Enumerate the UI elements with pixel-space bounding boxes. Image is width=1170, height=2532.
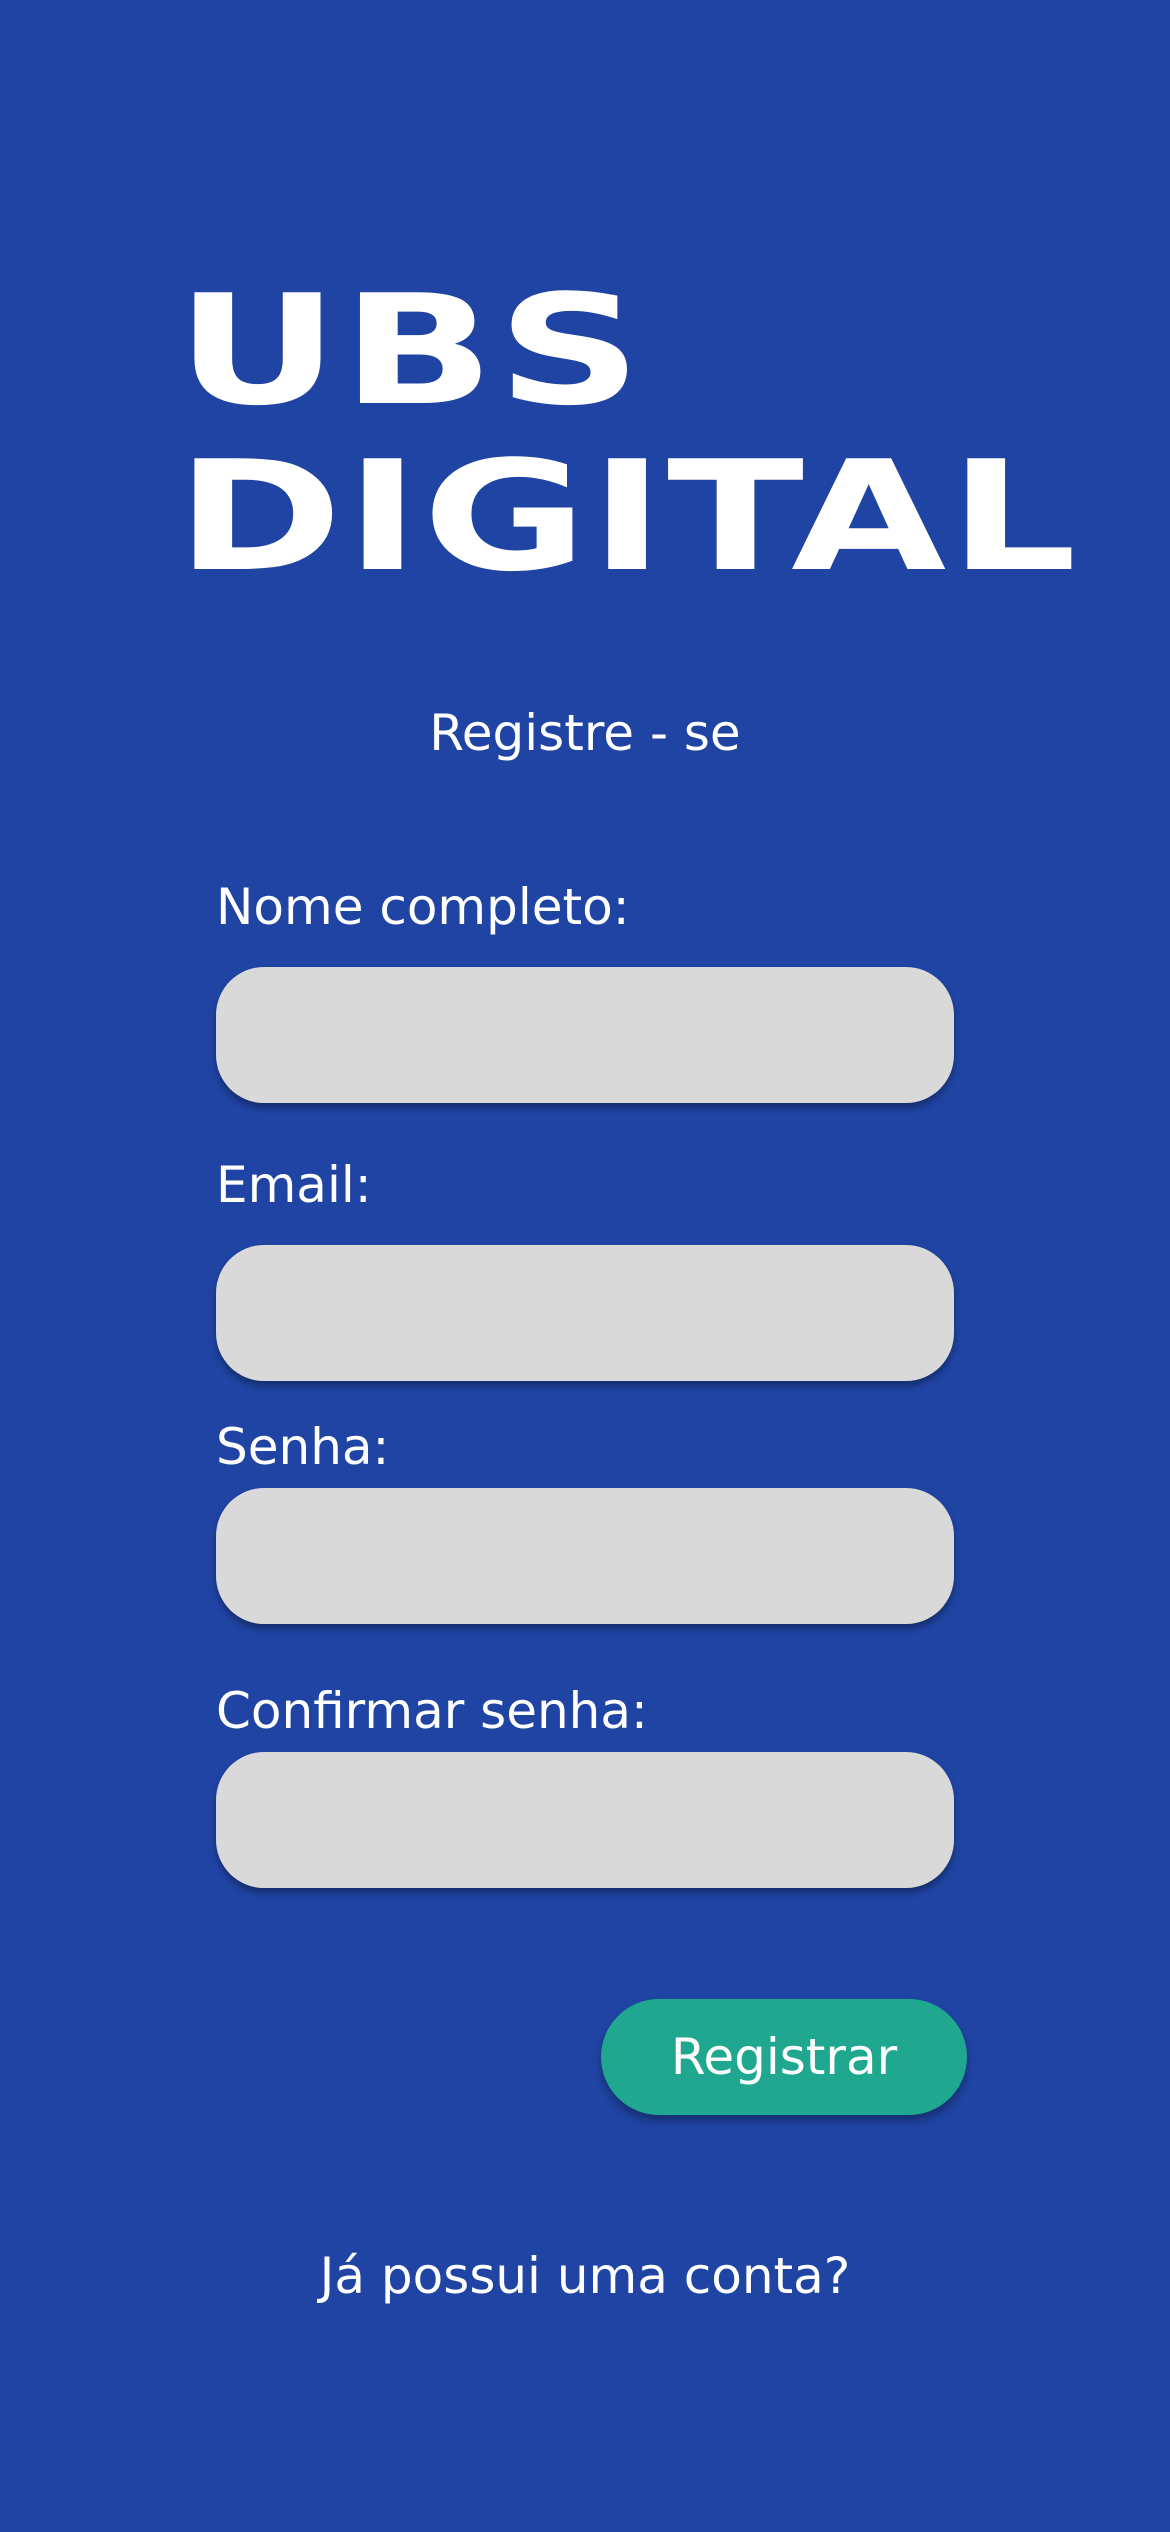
- logo-line-digital: DIGITAL: [176, 428, 1080, 605]
- app-logo: UBS DIGITAL: [176, 268, 1079, 600]
- full-name-input[interactable]: [216, 967, 954, 1103]
- password-input[interactable]: [216, 1488, 954, 1624]
- email-label: Email:: [216, 1156, 372, 1214]
- login-link[interactable]: Já possui uma conta?: [0, 2243, 1170, 2309]
- email-input[interactable]: [216, 1245, 954, 1381]
- confirm-password-label: Confirmar senha:: [216, 1682, 648, 1740]
- logo-line-ubs: UBS: [176, 262, 645, 439]
- register-button[interactable]: Registrar: [601, 1999, 967, 2115]
- full-name-label: Nome completo:: [216, 878, 630, 936]
- password-label: Senha:: [216, 1418, 390, 1476]
- confirm-password-input[interactable]: [216, 1752, 954, 1888]
- page-title: Registre - se: [429, 704, 741, 762]
